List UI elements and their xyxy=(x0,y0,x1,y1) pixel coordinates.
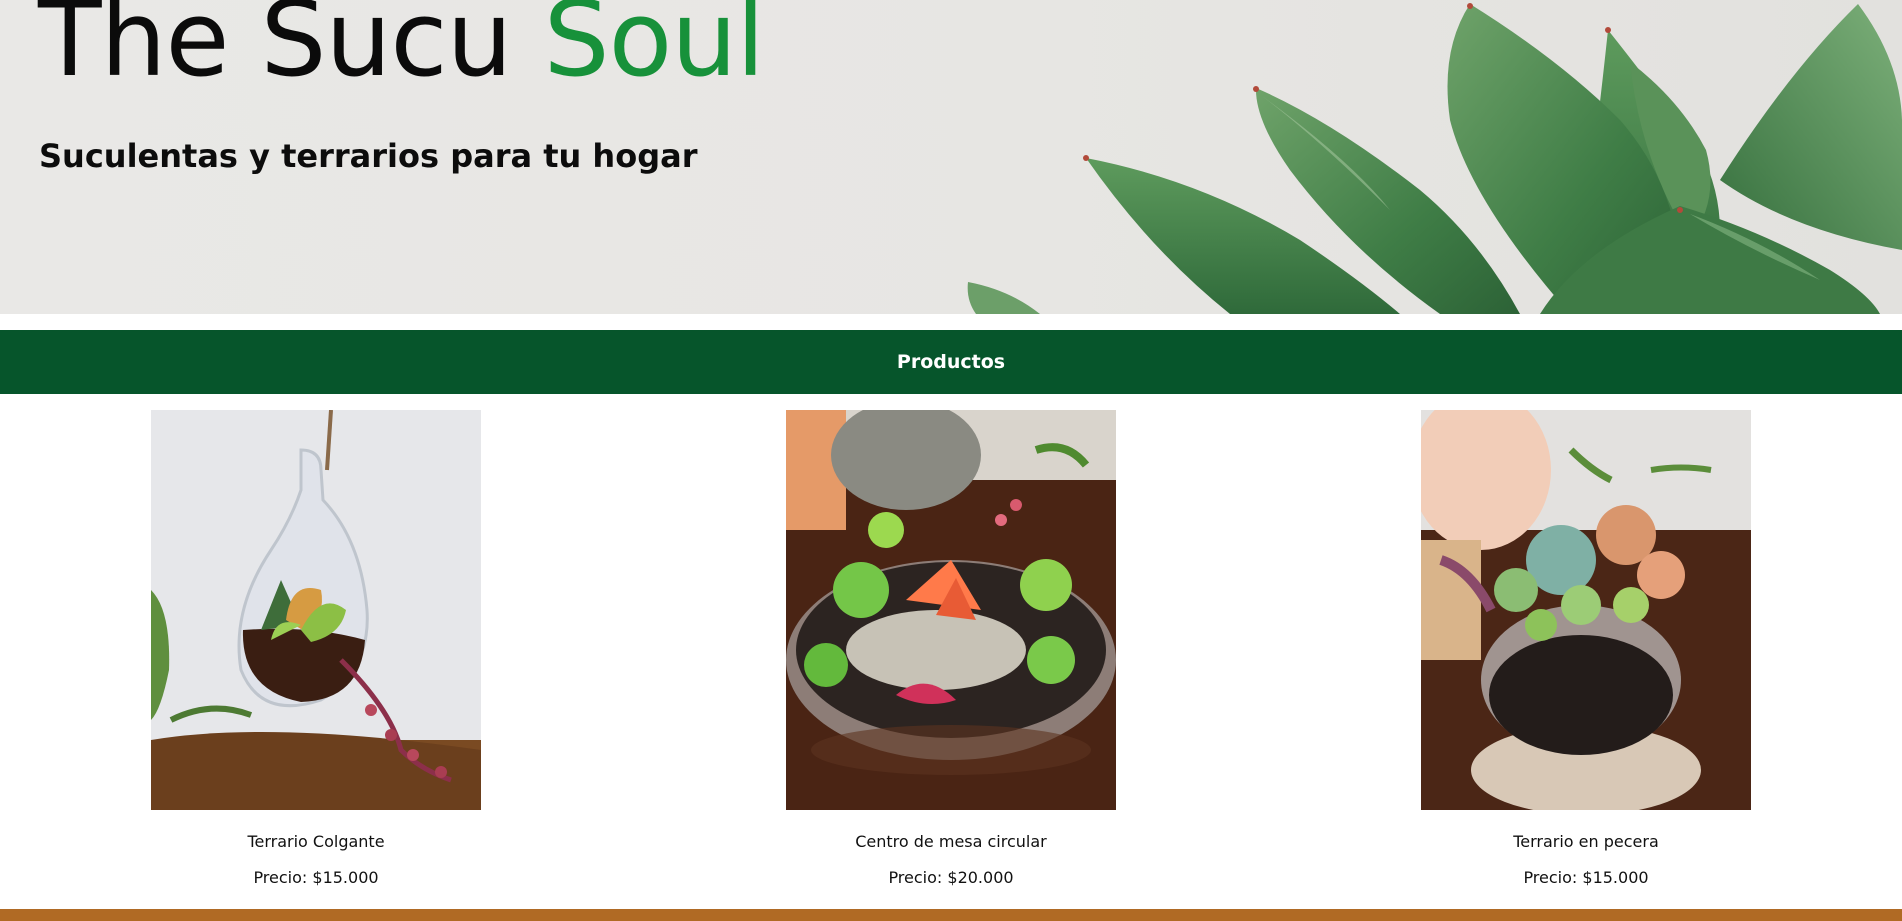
product-price: Precio: $15.000 xyxy=(253,868,379,887)
circular-centerpiece-image[interactable] xyxy=(786,410,1116,810)
site-title-accent: Soul xyxy=(543,0,765,100)
site-title-main: The Sucu xyxy=(38,0,544,100)
product-name: Terrario Colgante xyxy=(247,832,385,851)
main-nav: Productos xyxy=(0,330,1902,394)
hero-banner: The Sucu Soul Suculentas y terrarios par… xyxy=(0,0,1902,314)
product-price: Precio: $20.000 xyxy=(888,868,1014,887)
product-name: Centro de mesa circular xyxy=(855,832,1047,851)
product-price: Precio: $15.000 xyxy=(1523,868,1649,887)
product-card[interactable]: Terrario Colgante Precio: $15.000 xyxy=(151,410,481,887)
hanging-terrarium-image[interactable] xyxy=(151,410,481,810)
footer-bar xyxy=(0,909,1902,921)
site-title: The Sucu Soul xyxy=(38,0,765,96)
product-name: Terrario en pecera xyxy=(1513,832,1659,851)
fishbowl-terrarium-image[interactable] xyxy=(1421,410,1751,810)
nav-link-productos[interactable]: Productos xyxy=(897,351,1005,373)
product-card[interactable]: Terrario en pecera Precio: $15.000 xyxy=(1421,410,1751,887)
site-tagline: Suculentas y terrarios para tu hogar xyxy=(39,137,698,175)
product-card[interactable]: Centro de mesa circular Precio: $20.000 xyxy=(786,410,1116,887)
